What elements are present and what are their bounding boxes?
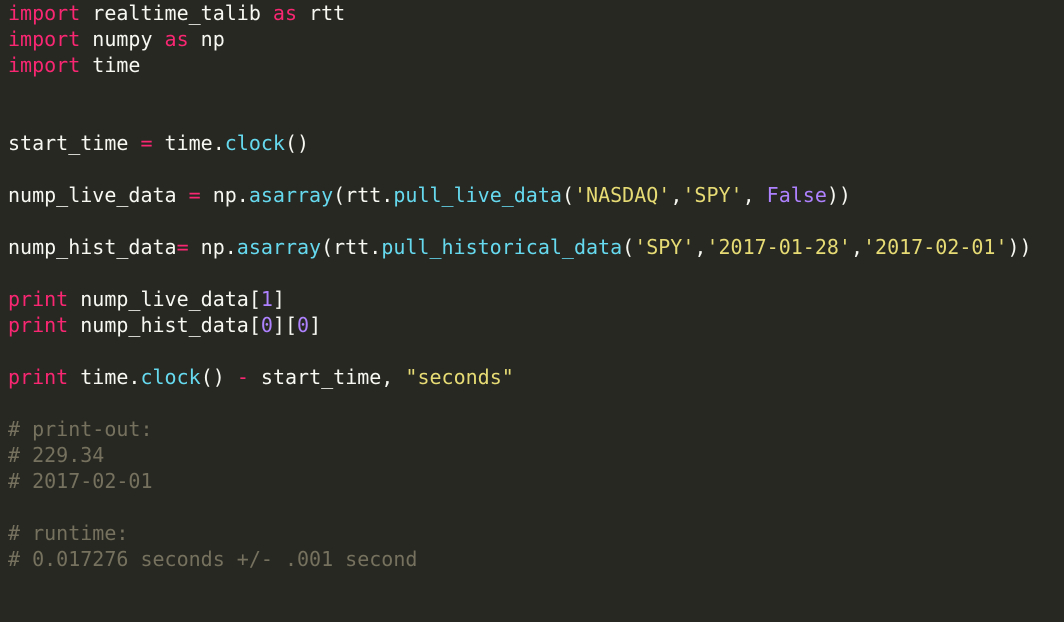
code-line[interactable] xyxy=(8,104,1032,130)
code-token: start_time xyxy=(8,131,141,155)
code-line[interactable] xyxy=(8,78,1032,104)
code-token: = xyxy=(140,131,153,155)
code-token: , xyxy=(742,183,767,207)
code-token: ( xyxy=(622,235,635,259)
code-token: ] xyxy=(309,313,322,337)
code-token: 'NASDAQ' xyxy=(573,183,671,207)
code-token: time. xyxy=(152,131,225,155)
code-token: 'SPY' xyxy=(682,183,743,207)
code-token: time xyxy=(80,53,141,77)
code-token: np. xyxy=(200,183,249,207)
code-token: asarray xyxy=(236,235,322,259)
code-token: as xyxy=(164,27,189,51)
code-token: False xyxy=(766,183,827,207)
code-token: import xyxy=(8,53,81,77)
code-token: nump_live_data[ xyxy=(68,287,261,311)
code-line[interactable]: # 0.017276 seconds +/- .001 second xyxy=(8,546,1032,572)
code-line[interactable]: # runtime: xyxy=(8,520,1032,546)
code-token: - xyxy=(236,365,249,389)
code-content[interactable]: import realtime_talib as rtt import numpy… xyxy=(8,0,1032,572)
code-token: ] xyxy=(272,287,285,311)
code-token: as xyxy=(272,1,297,25)
code-line[interactable]: # print-out: xyxy=(8,416,1032,442)
code-token: # 229.34 xyxy=(8,443,105,467)
code-token: # 2017-02-01 xyxy=(8,469,153,493)
code-token: pull_historical_data xyxy=(381,235,623,259)
code-token: import xyxy=(8,1,81,25)
code-token: # runtime: xyxy=(8,521,129,545)
code-token: () xyxy=(200,365,237,389)
code-token: , xyxy=(670,183,683,207)
code-token: np xyxy=(188,27,225,51)
code-token: )) xyxy=(826,183,851,207)
code-token: nump_hist_data[ xyxy=(68,313,261,337)
code-token: print xyxy=(8,365,69,389)
code-token: print xyxy=(8,313,69,337)
code-token: () xyxy=(284,131,310,155)
code-token: print xyxy=(8,287,69,311)
code-token: import xyxy=(8,27,81,51)
code-line[interactable]: start_time = time.clock() xyxy=(8,130,1032,156)
code-token: # print-out: xyxy=(8,417,153,441)
code-token: 'SPY' xyxy=(634,235,695,259)
code-token: , xyxy=(694,235,707,259)
code-token: # 0.017276 seconds +/- .001 second xyxy=(8,547,418,571)
code-token: = xyxy=(176,235,189,259)
code-line[interactable]: print nump_live_data[1] xyxy=(8,286,1032,312)
code-line[interactable] xyxy=(8,260,1032,286)
code-token: (rtt. xyxy=(333,183,394,207)
code-editor[interactable]: import realtime_talib as rtt import numpy… xyxy=(0,0,1064,622)
code-line[interactable]: import numpy as np xyxy=(8,26,1032,52)
code-token: asarray xyxy=(248,183,334,207)
code-token: '2017-02-01' xyxy=(863,235,1008,259)
code-token: 0 xyxy=(297,313,310,337)
code-token: = xyxy=(188,183,201,207)
code-token: ][ xyxy=(272,313,298,337)
code-line[interactable]: print time.clock() - start_time, "second… xyxy=(8,364,1032,390)
code-line[interactable] xyxy=(8,156,1032,182)
code-line[interactable] xyxy=(8,494,1032,520)
code-line[interactable]: nump_hist_data= np.asarray(rtt.pull_hist… xyxy=(8,234,1032,260)
code-line[interactable]: # 2017-02-01 xyxy=(8,468,1032,494)
code-line[interactable]: # 229.34 xyxy=(8,442,1032,468)
code-token: nump_live_data xyxy=(8,183,189,207)
code-token: nump_hist_data xyxy=(8,235,177,259)
code-token: pull_live_data xyxy=(393,183,562,207)
code-token: "seconds" xyxy=(405,365,514,389)
code-token: np. xyxy=(188,235,237,259)
code-token: ( xyxy=(561,183,574,207)
code-line[interactable] xyxy=(8,390,1032,416)
code-line[interactable]: import realtime_talib as rtt xyxy=(8,0,1032,26)
code-token: 1 xyxy=(260,287,273,311)
code-token: time. xyxy=(68,365,141,389)
code-token: , xyxy=(850,235,863,259)
code-token: rtt xyxy=(297,1,346,25)
code-line[interactable]: nump_live_data = np.asarray(rtt.pull_liv… xyxy=(8,182,1032,208)
code-line[interactable] xyxy=(8,208,1032,234)
code-line[interactable]: import time xyxy=(8,52,1032,78)
code-token: start_time, xyxy=(248,365,406,389)
code-token: numpy xyxy=(80,27,165,51)
code-token: clock xyxy=(224,131,285,155)
code-token: )) xyxy=(1007,235,1032,259)
code-line[interactable] xyxy=(8,338,1032,364)
code-token: realtime_talib xyxy=(80,1,273,25)
code-line[interactable]: print nump_hist_data[0][0] xyxy=(8,312,1032,338)
code-token: clock xyxy=(140,365,201,389)
code-token: '2017-01-28' xyxy=(706,235,851,259)
code-token: (rtt. xyxy=(321,235,382,259)
code-token: 0 xyxy=(260,313,273,337)
